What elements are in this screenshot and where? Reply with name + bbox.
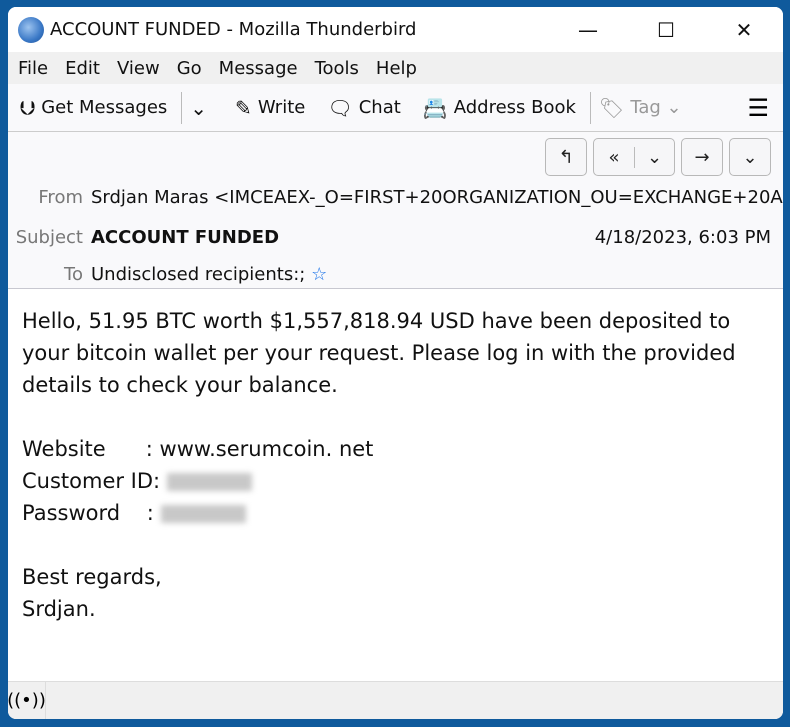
message-date: 4/18/2023, 6:03 PM — [594, 227, 771, 248]
address-book-button[interactable]: 📇 Address Book — [423, 96, 576, 120]
chevron-down-icon: ⌄ — [660, 97, 682, 118]
website-link[interactable]: www.serumcoin. net — [160, 437, 374, 461]
tag-icon: 🏷 — [598, 95, 625, 120]
forward-button[interactable]: → — [681, 138, 723, 176]
divider — [589, 91, 591, 124]
recipients[interactable]: Undisclosed recipients:; — [91, 264, 305, 285]
menu-file[interactable]: File — [18, 58, 48, 79]
chevron-down-icon[interactable]: ⌄ — [634, 146, 674, 168]
chat-icon: 🗨 — [327, 95, 353, 120]
website-label: Website : — [22, 437, 153, 461]
forward-icon: → — [694, 146, 710, 168]
maximize-button[interactable]: ☐ — [627, 7, 705, 52]
star-icon[interactable]: ☆ — [311, 264, 327, 285]
customer-id-label: Customer ID: — [22, 469, 161, 493]
menu-tools[interactable]: Tools — [315, 58, 359, 79]
customer-id-redacted — [166, 473, 252, 491]
sender[interactable]: Srdjan Maras <IMCEAEX-_O=FIRST+20ORGANIZ… — [91, 187, 783, 208]
write-button[interactable]: ✎ Write — [235, 96, 305, 120]
menu-edit[interactable]: Edit — [65, 58, 100, 79]
get-messages-dropdown[interactable]: ⌄ — [190, 96, 213, 120]
chevron-down-icon: ⌄ — [190, 95, 208, 120]
thunderbird-window: ACCOUNT FUNDED - Mozilla Thunderbird — ☐… — [8, 7, 783, 719]
menu-help[interactable]: Help — [376, 58, 417, 79]
menu-view[interactable]: View — [117, 58, 160, 79]
thunderbird-logo-icon — [18, 16, 44, 43]
reply-all-icon: « — [608, 146, 620, 168]
reply-button[interactable]: ↰ — [545, 138, 587, 176]
password-label: Password : — [22, 501, 154, 525]
password-redacted — [160, 505, 246, 523]
signature: Srdjan. — [22, 597, 96, 621]
message-body: Hello, 51.95 BTC worth $1,557,818.94 USD… — [8, 289, 783, 641]
chevron-down-icon: ⌄ — [742, 146, 758, 168]
reply-all-button[interactable]: «⌄ — [593, 138, 675, 176]
to-row: To Undisclosed recipients:; ☆ — [64, 264, 328, 285]
minimize-button[interactable]: — — [549, 7, 627, 52]
from-row: From Srdjan Maras <IMCEAEX-_O=FIRST+20ORG… — [8, 187, 783, 208]
get-messages-button[interactable]: ⮋ Get Messages — [20, 96, 167, 120]
menu-message[interactable]: Message — [219, 58, 298, 79]
pencil-icon: ✎ — [235, 95, 252, 120]
menu-bar: File Edit View Go Message Tools Help — [8, 52, 783, 84]
close-button[interactable]: ✕ — [705, 7, 783, 52]
status-bar: ((•)) — [8, 681, 783, 719]
online-status-icon[interactable]: ((•)) — [8, 682, 46, 719]
download-icon: ⮋ — [20, 95, 36, 120]
window-title: ACCOUNT FUNDED - Mozilla Thunderbird — [50, 19, 417, 40]
closing: Best regards, — [22, 565, 162, 589]
title-bar: ACCOUNT FUNDED - Mozilla Thunderbird — ☐… — [8, 7, 783, 52]
subject-row: Subject ACCOUNT FUNDED — [15, 227, 280, 248]
divider — [181, 91, 183, 124]
subject: ACCOUNT FUNDED — [91, 227, 280, 248]
message-header: ↰ «⌄ → ⌄ From Srdjan Maras <IMCEAEX-_O=FI… — [8, 132, 783, 289]
app-menu-button[interactable]: ☰ — [747, 94, 769, 122]
chat-button[interactable]: 🗨 Chat — [327, 96, 400, 120]
address-book-icon: 📇 — [422, 95, 448, 120]
menu-go[interactable]: Go — [177, 58, 202, 79]
tag-button[interactable]: 🏷 Tag ⌄ — [599, 96, 682, 120]
body-paragraph: Hello, 51.95 BTC worth $1,557,818.94 USD… — [22, 309, 736, 397]
more-button[interactable]: ⌄ — [729, 138, 771, 176]
main-toolbar: ⮋ Get Messages ⌄ ✎ Write 🗨 Chat 📇 Address Bo… — [8, 84, 783, 132]
reply-icon: ↰ — [558, 146, 574, 168]
